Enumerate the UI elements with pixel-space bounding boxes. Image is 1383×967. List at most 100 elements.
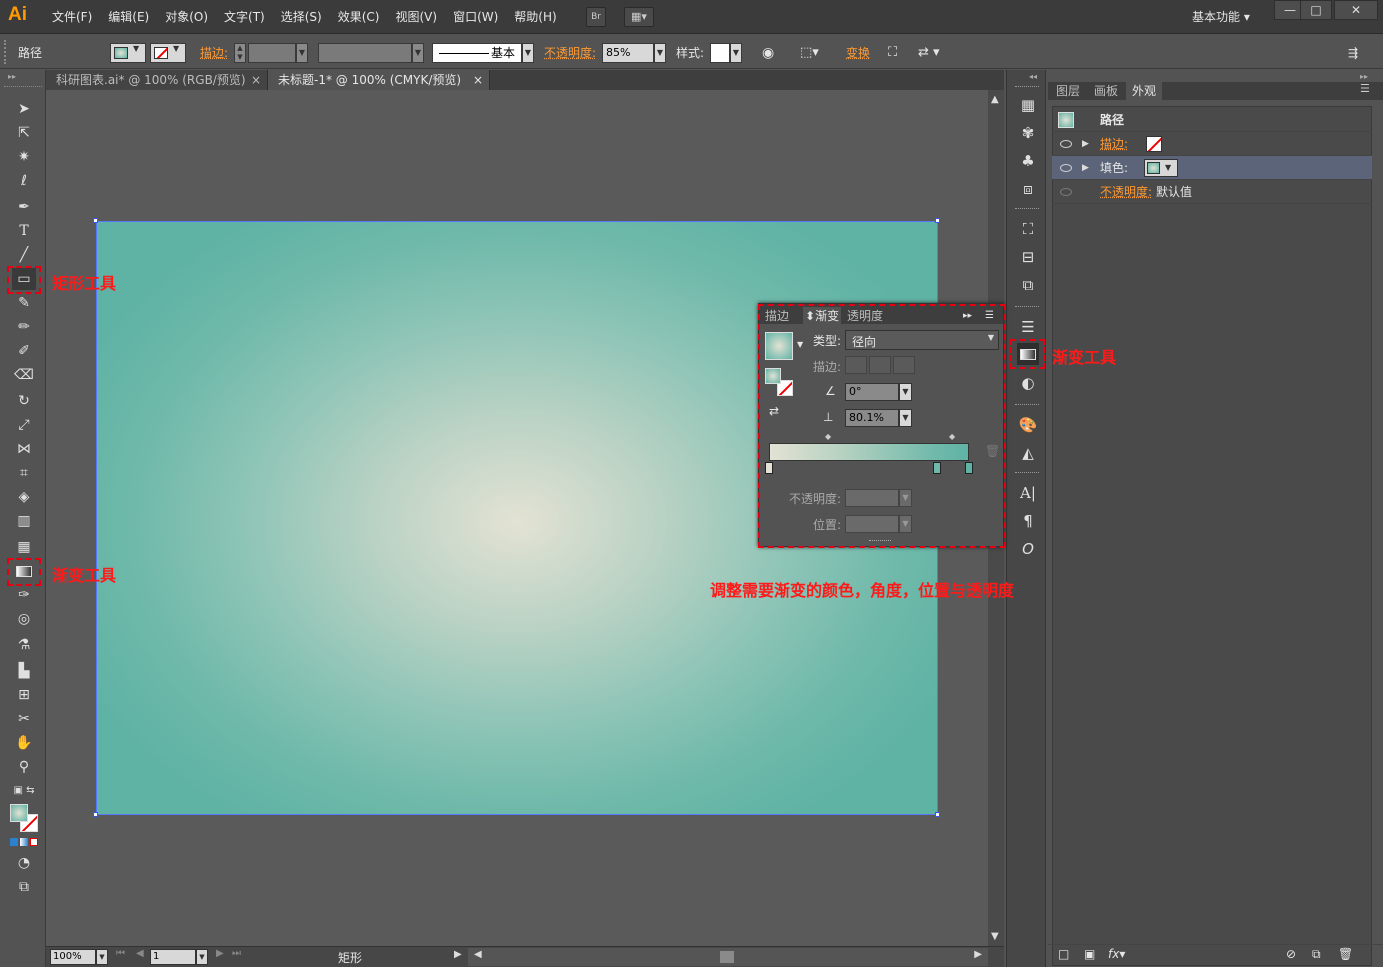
bbox-handle[interactable] bbox=[93, 218, 98, 223]
opacity-row-label[interactable]: 不透明度: bbox=[1100, 180, 1152, 204]
appearance-row-fill[interactable]: ▶ 填色: ▼ bbox=[1052, 156, 1372, 180]
transparency-icon[interactable]: ◐ bbox=[1017, 372, 1039, 394]
type-tool-icon[interactable]: T bbox=[12, 220, 36, 242]
envelope-icon[interactable]: ⇄ ▾ bbox=[918, 43, 940, 63]
panel-menu-icon[interactable]: ⇶ bbox=[1348, 43, 1358, 63]
maximize-button[interactable]: □ bbox=[1300, 0, 1332, 20]
pathfinder-icon[interactable]: ⧉ bbox=[1017, 274, 1039, 296]
last-page-icon[interactable]: ⏭ bbox=[232, 948, 241, 959]
prev-page-icon[interactable]: ◀ bbox=[136, 948, 144, 959]
duplicate-item-icon[interactable]: ⧉ bbox=[1312, 947, 1321, 962]
free-transform-tool-icon[interactable]: ⌗ bbox=[12, 462, 36, 484]
opentype-icon[interactable]: O bbox=[1017, 538, 1039, 560]
stroke-swatch-control[interactable]: ▼ bbox=[150, 43, 186, 63]
horizontal-scrollbar[interactable]: ◀ ▶ bbox=[468, 948, 988, 966]
opacity-dropdown[interactable]: ▼ bbox=[654, 43, 666, 63]
menu-select[interactable]: 选择(S) bbox=[273, 0, 330, 34]
scroll-right-icon[interactable]: ▶ bbox=[974, 949, 982, 960]
status-menu-icon[interactable]: ▶ bbox=[454, 949, 462, 960]
hand-tool-icon[interactable]: ✋ bbox=[12, 732, 36, 754]
bbox-handle[interactable] bbox=[935, 218, 940, 223]
opacity-label[interactable]: 不透明度: bbox=[544, 43, 596, 63]
disclosure-triangle-icon[interactable]: ▶ bbox=[1082, 156, 1089, 180]
trash-icon[interactable]: 🗑 bbox=[1338, 947, 1353, 961]
fill-swatch-small[interactable] bbox=[765, 368, 781, 384]
align-icon[interactable]: ⊟ bbox=[1017, 246, 1039, 268]
style-dropdown[interactable]: ▼ bbox=[730, 43, 742, 63]
stroke-panel-icon[interactable]: ☰ bbox=[1017, 316, 1039, 338]
workspace-switcher[interactable]: 基本功能 ▾ bbox=[1192, 8, 1250, 25]
close-tab-icon[interactable]: × bbox=[473, 70, 483, 90]
variable-width-profile[interactable] bbox=[318, 43, 412, 63]
color-guide-icon[interactable]: 🎨 bbox=[1017, 414, 1039, 436]
brush-dropdown[interactable]: ▼ bbox=[522, 43, 534, 63]
zoom-tool-icon[interactable]: ⚲ bbox=[12, 756, 36, 778]
column-graph-tool-icon[interactable]: ▙ bbox=[12, 660, 36, 682]
expand-panel-icon[interactable]: ▸▸ bbox=[1360, 72, 1368, 81]
transform-icon[interactable]: ⛶ bbox=[1017, 218, 1039, 240]
stroke-weight-input[interactable] bbox=[248, 43, 296, 63]
line-tool-icon[interactable]: ╱ bbox=[12, 244, 36, 266]
scroll-left-icon[interactable]: ◀ bbox=[474, 949, 482, 960]
brushes-icon[interactable]: ✾ bbox=[1017, 122, 1039, 144]
menu-effect[interactable]: 效果(C) bbox=[330, 0, 388, 34]
bridge-button[interactable]: Br bbox=[586, 7, 606, 27]
menu-type[interactable]: 文字(T) bbox=[216, 0, 273, 34]
symbol-sprayer-tool-icon[interactable]: ⚗ bbox=[12, 634, 36, 656]
menu-help[interactable]: 帮助(H) bbox=[506, 0, 564, 34]
panel-menu-icon[interactable]: ☰ bbox=[1360, 82, 1370, 95]
transform-label[interactable]: 变换 bbox=[846, 43, 870, 63]
tab-untitled[interactable]: 未标题-1* @ 100% (CMYK/预览) × bbox=[268, 70, 490, 90]
menu-edit[interactable]: 编辑(E) bbox=[100, 0, 157, 34]
mesh-tool-icon[interactable]: ▦ bbox=[12, 536, 36, 558]
fill-swatch[interactable] bbox=[10, 804, 28, 822]
align-to-icon[interactable]: ⬚▾ bbox=[800, 43, 819, 63]
zoom-input[interactable]: 100% bbox=[50, 949, 96, 965]
profile-dropdown[interactable]: ▼ bbox=[412, 43, 424, 63]
blend-tool-icon[interactable]: ◎ bbox=[12, 608, 36, 630]
color-panel-icon[interactable]: ◭ bbox=[1017, 442, 1039, 464]
artboard-tool-icon[interactable]: ⊞ bbox=[12, 684, 36, 706]
opacity-input[interactable]: 85% bbox=[602, 43, 654, 63]
scroll-up-icon[interactable]: ▲ bbox=[991, 94, 999, 105]
default-colors-icon[interactable]: ▣ ⇆ bbox=[12, 780, 36, 802]
menu-object[interactable]: 对象(O) bbox=[157, 0, 216, 34]
tab-appearance[interactable]: 外观 bbox=[1126, 82, 1163, 100]
collapse-toolbar-icon[interactable]: ▸▸ bbox=[8, 72, 16, 81]
scroll-down-icon[interactable]: ▼ bbox=[991, 931, 999, 942]
drawing-mode-icon[interactable]: ◔ bbox=[12, 852, 36, 874]
arrange-documents-icon[interactable]: ▦▾ bbox=[624, 7, 654, 27]
menu-view[interactable]: 视图(V) bbox=[387, 0, 445, 34]
tab-research-chart[interactable]: 科研图表.ai* @ 100% (RGB/预览) × bbox=[46, 70, 268, 90]
none-icon[interactable] bbox=[30, 838, 38, 846]
brush-definition[interactable]: 基本 bbox=[432, 43, 522, 63]
scale-tool-icon[interactable]: ⤢ bbox=[12, 414, 36, 436]
eye-icon[interactable] bbox=[1060, 188, 1072, 196]
graphic-style-swatch[interactable] bbox=[710, 43, 730, 63]
next-page-icon[interactable]: ▶ bbox=[216, 948, 224, 959]
pen-tool-icon[interactable]: ✒ bbox=[12, 196, 36, 218]
appearance-row-stroke[interactable]: ▶ 描边: bbox=[1052, 132, 1372, 156]
close-tab-icon[interactable]: × bbox=[251, 70, 261, 90]
lasso-tool-icon[interactable]: ℓ bbox=[12, 170, 36, 192]
eye-icon[interactable] bbox=[1060, 140, 1072, 148]
fill-swatch-control[interactable]: ▼ bbox=[110, 43, 146, 63]
isolate-object-icon[interactable]: ⛶ bbox=[888, 43, 897, 63]
blob-brush-tool-icon[interactable]: ✐ bbox=[12, 340, 36, 362]
disclosure-triangle-icon[interactable]: ▶ bbox=[1082, 132, 1089, 156]
color-mode-buttons[interactable] bbox=[10, 838, 38, 847]
add-fill-icon[interactable]: ▣ bbox=[1084, 947, 1095, 961]
direct-selection-tool-icon[interactable]: ⇱ bbox=[12, 122, 36, 144]
zoom-dropdown[interactable]: ▼ bbox=[96, 949, 108, 965]
fill-swatch-dropdown[interactable]: ▼ bbox=[1144, 159, 1178, 177]
page-dropdown[interactable]: ▼ bbox=[196, 949, 208, 965]
stroke-stepper[interactable]: ▲ ▼ bbox=[234, 43, 246, 63]
page-input[interactable]: 1 bbox=[150, 949, 196, 965]
collapse-dock-icon[interactable]: ◂◂ bbox=[1029, 72, 1037, 81]
clear-appearance-icon[interactable]: ⊘ bbox=[1286, 947, 1296, 961]
recolor-artwork-icon[interactable]: ◉ bbox=[762, 43, 774, 63]
symbols-icon[interactable]: ♣ bbox=[1017, 150, 1039, 172]
bbox-handle[interactable] bbox=[93, 812, 98, 817]
stroke-row-label[interactable]: 描边: bbox=[1100, 132, 1128, 156]
eye-icon[interactable] bbox=[1060, 164, 1072, 172]
